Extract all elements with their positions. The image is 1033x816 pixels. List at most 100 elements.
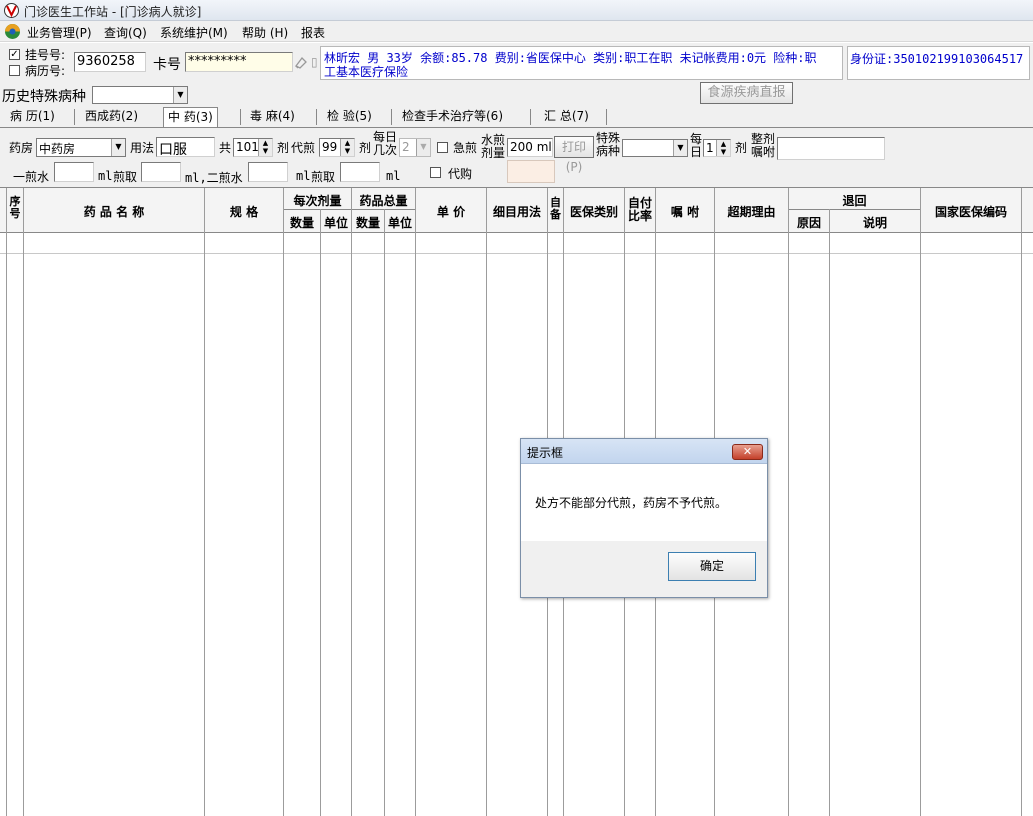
card-no-input[interactable]: ********* — [185, 52, 293, 72]
history-select[interactable]: ▼ — [92, 86, 188, 104]
id-card-text: 身份证:350102199103064517 — [850, 52, 1024, 66]
reg-checkbox[interactable]: ✓ — [9, 49, 20, 60]
header-subline — [788, 209, 920, 210]
tab-narcotic[interactable]: 毒 麻(4) — [246, 107, 299, 127]
col-return-reason[interactable]: 原因 — [789, 214, 829, 231]
urgent-label: 急煎 — [453, 141, 478, 155]
col-detail-usage[interactable]: 细目用法 — [487, 203, 547, 220]
tab-summary[interactable]: 汇 总(7) — [540, 107, 593, 127]
tab-lab[interactable]: 检 验(5) — [323, 107, 376, 127]
app-menu-icon[interactable] — [4, 23, 21, 40]
whole-input[interactable] — [777, 137, 885, 160]
second-take-input[interactable] — [340, 162, 380, 182]
ok-button[interactable]: 确定 — [668, 552, 756, 581]
col-self-prep[interactable]: 自备 — [548, 197, 563, 221]
daily-stepper[interactable]: 1 ▲ ▼ — [703, 139, 731, 157]
col-national-code[interactable]: 国家医保编码 — [921, 203, 1021, 220]
col-self-pay[interactable]: 自付比率 — [625, 197, 655, 223]
window-title: 门诊医生工作站 - [门诊病人就诊] — [24, 5, 202, 19]
dialog-message: 处方不能部分代煎，药房不予代煎。 — [535, 496, 728, 510]
water-input-value: 200 — [510, 140, 533, 154]
proxy-checkbox[interactable] — [430, 167, 441, 178]
record-checkbox[interactable] — [9, 65, 20, 76]
menu-bar: 业务管理(P) 查询(Q) 系统维护(M) 帮助 (H) 报表 — [0, 21, 1033, 42]
chevron-down-icon: ▼ — [173, 87, 187, 103]
col-total-unit[interactable]: 单位 — [385, 214, 415, 231]
grid-row-line — [0, 253, 1033, 254]
usage-input[interactable]: 口服 — [156, 137, 215, 157]
col-return[interactable]: 退回 — [789, 192, 920, 209]
grid-column-line — [788, 188, 789, 816]
second-take-label: 煎取 — [311, 170, 336, 184]
spin-icon[interactable]: ▲ ▼ — [340, 139, 354, 156]
card-reader-icon[interactable] — [293, 54, 309, 70]
daily-times-select[interactable]: 2 ▼ — [399, 138, 431, 157]
water-unit: ml — [536, 140, 552, 154]
menu-report[interactable]: 报表 — [301, 24, 325, 41]
card-label: 卡号 — [153, 57, 181, 73]
grid-column-line — [829, 209, 830, 816]
col-total-qty[interactable]: 数量 — [352, 214, 384, 231]
tab-exam[interactable]: 检查手术治疗等(6) — [398, 107, 507, 127]
dialog-title-bar: 提示框 ✕ — [521, 439, 767, 464]
proxy-field[interactable] — [507, 160, 555, 183]
tab-divider — [240, 109, 241, 125]
col-overdue[interactable]: 超期理由 — [715, 203, 788, 220]
daily-label-1: 每 — [690, 132, 703, 146]
menu-system[interactable]: 系统维护(M) — [160, 24, 228, 41]
whole-label-2: 嘱咐 — [751, 145, 776, 159]
col-insurance-type[interactable]: 医保类别 — [564, 203, 624, 220]
col-spec[interactable]: 规 格 — [205, 203, 283, 220]
title-bar: 门诊医生工作站 - [门诊病人就诊] — [0, 0, 1033, 21]
pharmacy-select[interactable]: 中药房 ▼ — [36, 138, 126, 157]
first-take-input[interactable] — [141, 162, 181, 182]
chevron-down-icon: ▼ — [673, 140, 687, 156]
food-report-button[interactable]: 食源疾病直报 — [700, 82, 793, 104]
tab-western[interactable]: 西成药(2) — [81, 107, 142, 127]
header-subline — [283, 209, 415, 210]
col-name[interactable]: 药 品 名 称 — [24, 203, 204, 220]
patient-info-line2: 工基本医疗保险 — [324, 65, 409, 79]
col-total[interactable]: 药品总量 — [352, 192, 415, 209]
close-icon[interactable]: ✕ — [732, 444, 763, 460]
daily-unit-label: 剂 — [735, 141, 748, 155]
col-price[interactable]: 单 价 — [416, 203, 486, 220]
history-label: 历史特殊病种 — [2, 89, 86, 105]
tab-chinese-medicine[interactable]: 中 药(3) — [163, 107, 218, 127]
menu-business[interactable]: 业务管理(P) — [27, 24, 92, 41]
grid-column-line — [351, 188, 352, 816]
spin-icon[interactable]: ▲ ▼ — [716, 140, 730, 156]
urgent-checkbox[interactable] — [437, 142, 448, 153]
dialog-title: 提示框 — [527, 446, 564, 460]
menu-query[interactable]: 查询(Q) — [104, 24, 147, 41]
tab-record[interactable]: 病 历(1) — [6, 107, 59, 127]
spin-icon[interactable]: ▲ ▼ — [258, 139, 272, 156]
col-instruction[interactable]: 嘱 咐 — [656, 203, 714, 220]
special-select[interactable]: ▼ — [622, 139, 688, 157]
water-input[interactable]: 200 ml — [507, 138, 553, 157]
grid-column-line — [384, 209, 385, 816]
col-per-dose[interactable]: 每次剂量 — [284, 192, 351, 209]
id-card-box: 身份证:350102199103064517 — [847, 46, 1030, 80]
tab-strip — [0, 106, 1033, 128]
print-button[interactable]: 打印(P) — [554, 136, 594, 174]
col-per-unit[interactable]: 单位 — [321, 214, 351, 231]
reg-no-input[interactable]: 9360258 — [74, 52, 146, 72]
total-stepper[interactable]: 101 ▲ ▼ — [233, 138, 273, 157]
medicine-grid — [0, 187, 1033, 816]
second-water-input[interactable] — [248, 162, 288, 182]
grid-column-line — [1021, 188, 1022, 816]
tab-divider — [530, 109, 531, 125]
decoction-stepper[interactable]: 99 ▲ ▼ — [319, 138, 355, 157]
record-label: 病历号: — [25, 64, 66, 78]
grid-column-line — [23, 188, 24, 816]
tab-divider — [606, 109, 607, 125]
total-label: 共 — [219, 141, 232, 155]
first-water-input[interactable] — [54, 162, 94, 182]
water-label-1: 水煎 — [481, 133, 506, 147]
col-seq[interactable]: 序号 — [7, 196, 23, 220]
app-logo-icon — [4, 3, 19, 18]
col-return-note[interactable]: 说明 — [830, 214, 920, 231]
col-per-qty[interactable]: 数量 — [284, 214, 320, 231]
menu-help[interactable]: 帮助 (H) — [242, 24, 288, 41]
